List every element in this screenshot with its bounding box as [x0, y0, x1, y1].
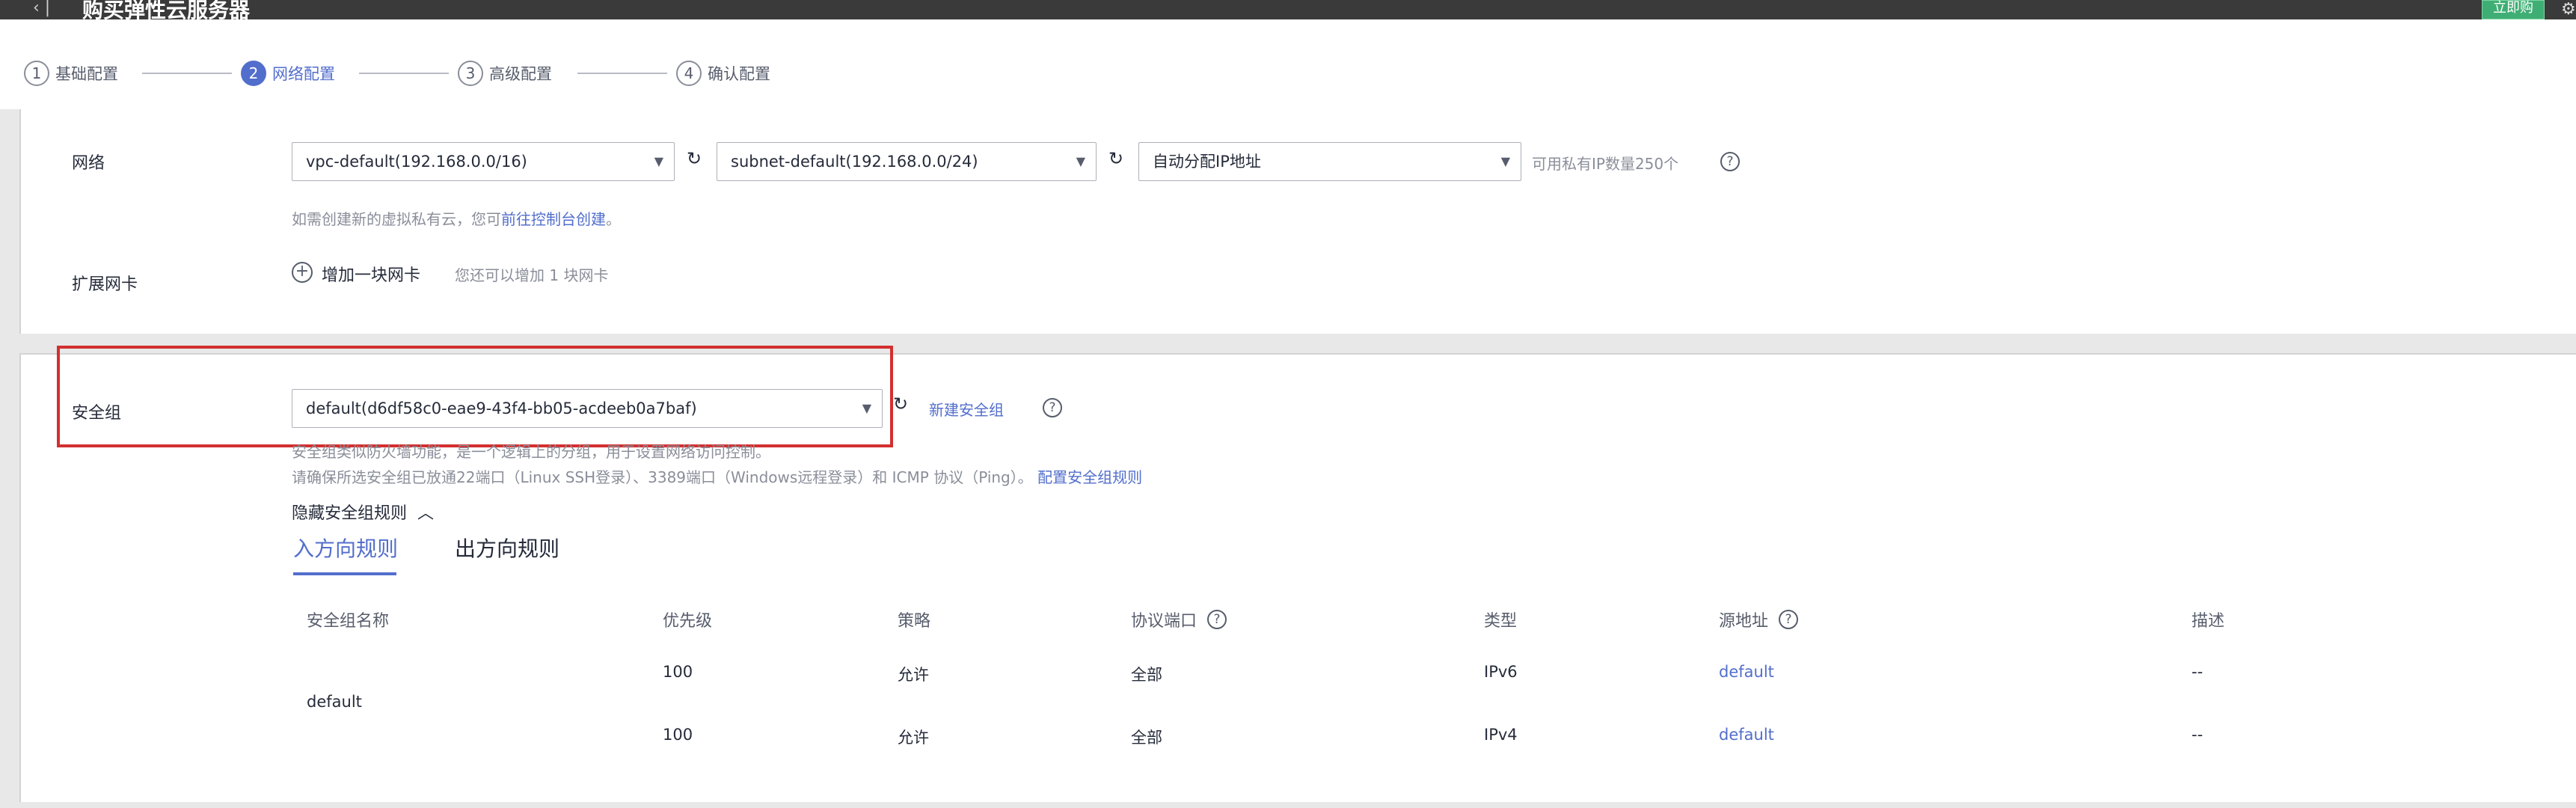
security-group-description: 安全组类似防火墙功能，是一个逻辑上的分组，用于设置网络访问控制。: [292, 443, 770, 461]
dropdown-arrow-icon: ▼: [1500, 154, 1510, 168]
column-header-policy: 策略: [898, 612, 931, 631]
policy-cell: 允许: [898, 729, 929, 747]
column-header-type: 类型: [1484, 612, 1518, 631]
active-tab-indicator: [293, 572, 396, 575]
toggle-rules-button[interactable]: 隐藏安全组规则 ︿: [292, 500, 434, 524]
column-header-port: 协议端口?: [1131, 607, 1227, 631]
chevron-left-icon[interactable]: ‹ |: [33, 0, 50, 19]
priority-cell: 100: [663, 663, 693, 681]
configure-rules-link[interactable]: 配置安全组规则: [1037, 468, 1142, 486]
nic-label: 扩展网卡: [72, 275, 138, 294]
security-group-value: default(d6df58c0-eae9-43f4-bb05-acdeeb0a…: [306, 400, 697, 417]
step-connector: [577, 73, 667, 74]
help-icon[interactable]: ?: [1720, 152, 1740, 171]
step-label: 确认配置: [708, 65, 770, 83]
description-cell: --: [2192, 663, 2204, 681]
vpc-value: vpc-default(192.168.0.0/16): [306, 153, 527, 171]
step-label: 网络配置: [272, 65, 335, 83]
add-circle-icon[interactable]: +: [292, 262, 313, 283]
step-label: 高级配置: [489, 65, 552, 83]
chevron-up-icon: ︿: [412, 504, 435, 523]
hint-text: 如需创建新的虚拟私有云，您可: [292, 210, 501, 228]
column-header-description: 描述: [2192, 612, 2225, 631]
subnet-select[interactable]: subnet-default(192.168.0.0/24) ▼: [717, 142, 1097, 181]
help-icon[interactable]: ?: [1779, 610, 1799, 629]
priority-cell: 100: [663, 726, 693, 744]
step-basic[interactable]: 1 基础配置: [24, 58, 118, 88]
step-label: 基础配置: [55, 65, 118, 83]
help-icon[interactable]: ?: [1207, 610, 1227, 629]
step-network[interactable]: 2 网络配置: [241, 58, 335, 88]
step-advanced[interactable]: 3 高级配置: [458, 58, 552, 88]
help-icon[interactable]: ?: [1043, 398, 1062, 417]
security-group-select[interactable]: default(d6df58c0-eae9-43f4-bb05-acdeeb0a…: [292, 389, 883, 428]
port-cell: 全部: [1131, 666, 1162, 684]
policy-cell: 允许: [898, 666, 929, 684]
top-bar: ‹ | 购买弹性云服务器 立即购 ⚙: [0, 0, 2576, 22]
step-number: 2: [241, 61, 266, 86]
column-header-source: 源地址?: [1719, 607, 1799, 631]
buy-now-button[interactable]: 立即购: [2482, 0, 2545, 19]
step-connector: [142, 73, 232, 74]
tab-inbound-rules[interactable]: 入方向规则: [293, 533, 398, 563]
panel-border: [19, 109, 21, 334]
panel-border: [19, 353, 21, 802]
security-group-port-hint: 请确保所选安全组已放通22端口（Linux SSH登录）、3389端口（Wind…: [292, 465, 1142, 487]
description-cell: --: [2192, 726, 2204, 744]
refresh-icon[interactable]: ↻: [893, 394, 908, 414]
refresh-icon[interactable]: ↻: [1108, 148, 1123, 169]
vpc-select[interactable]: vpc-default(192.168.0.0/16) ▼: [292, 142, 675, 181]
vpc-hint: 如需创建新的虚拟私有云，您可前往控制台创建。: [292, 207, 621, 229]
dropdown-arrow-icon: ▼: [862, 401, 871, 415]
port-hint-text: 请确保所选安全组已放通22端口（Linux SSH登录）、3389端口（Wind…: [292, 468, 1033, 486]
refresh-icon[interactable]: ↻: [687, 148, 702, 169]
security-group-label: 安全组: [72, 404, 122, 423]
subnet-value: subnet-default(192.168.0.0/24): [731, 153, 978, 171]
settings-icon[interactable]: ⚙: [2561, 0, 2576, 19]
hint-text: 。: [606, 210, 621, 228]
ip-available-text: 可用私有IP数量250个: [1532, 155, 1679, 173]
nic-hint: 您还可以增加 1 块网卡: [455, 266, 609, 284]
step-number: 4: [676, 61, 702, 86]
ip-mode-select[interactable]: 自动分配IP地址 ▼: [1138, 142, 1521, 181]
source-cell[interactable]: default: [1719, 726, 1774, 744]
console-link[interactable]: 前往控制台创建: [501, 210, 606, 228]
step-bar: 1 基础配置 2 网络配置 3 高级配置 4 确认配置: [0, 19, 2576, 109]
column-header-name: 安全组名称: [307, 612, 390, 631]
type-cell: IPv6: [1484, 663, 1518, 681]
network-label: 网络: [72, 154, 105, 173]
ip-mode-value: 自动分配IP地址: [1153, 153, 1261, 171]
tab-outbound-rules[interactable]: 出方向规则: [455, 533, 559, 563]
dropdown-arrow-icon: ▼: [1076, 154, 1085, 168]
step-confirm[interactable]: 4 确认配置: [676, 58, 770, 88]
group-name-cell: default: [307, 693, 362, 711]
column-header-priority: 优先级: [663, 612, 713, 631]
create-security-group-link[interactable]: 新建安全组: [929, 398, 1004, 420]
source-cell[interactable]: default: [1719, 663, 1774, 681]
dropdown-arrow-icon: ▼: [654, 154, 663, 168]
step-number: 1: [24, 61, 49, 86]
step-connector: [359, 73, 449, 74]
toggle-rules-label: 隐藏安全组规则: [292, 504, 408, 523]
port-cell: 全部: [1131, 729, 1162, 747]
step-number: 3: [458, 61, 483, 86]
add-nic-button[interactable]: 增加一块网卡: [322, 262, 420, 286]
type-cell: IPv4: [1484, 726, 1518, 744]
